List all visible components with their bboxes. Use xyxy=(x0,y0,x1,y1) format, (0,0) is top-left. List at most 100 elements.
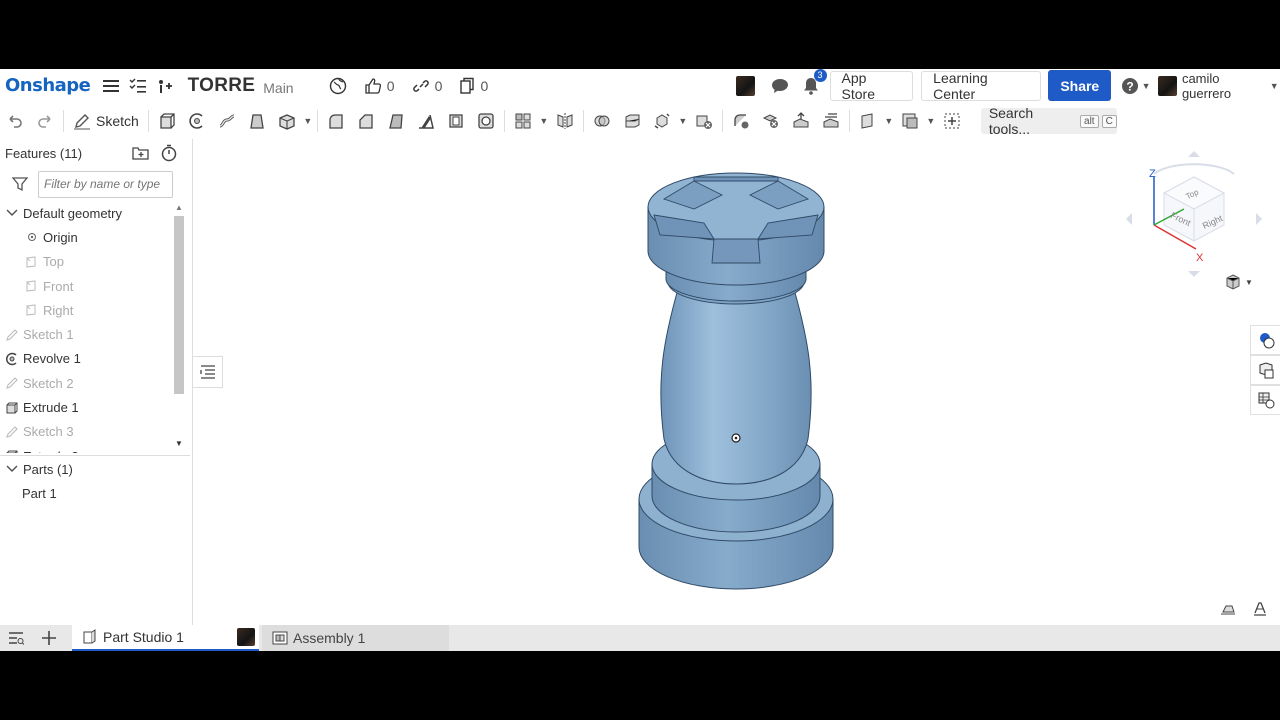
feature-item[interactable]: Revolve 1 xyxy=(0,347,185,371)
document-list-icon[interactable] xyxy=(127,75,148,97)
delete-part-icon[interactable] xyxy=(689,107,719,135)
revolve-icon[interactable] xyxy=(182,107,212,135)
section-view-icon[interactable] xyxy=(1220,602,1236,621)
view-cube[interactable]: Z X Top Front Right xyxy=(1124,149,1264,279)
scroll-down-icon[interactable]: ▼ xyxy=(175,439,183,448)
rib-icon[interactable] xyxy=(411,107,441,135)
sketch-button[interactable]: Sketch xyxy=(67,107,145,135)
scroll-up-icon[interactable]: ▲ xyxy=(175,203,183,212)
pattern-dropdown-icon[interactable]: ▼ xyxy=(538,116,550,126)
loft-icon[interactable] xyxy=(242,107,272,135)
user-name[interactable]: camilo guerrero xyxy=(1182,71,1269,101)
view-options-button[interactable]: ▼ xyxy=(1224,273,1253,291)
redo-icon[interactable] xyxy=(30,107,60,135)
modify-fillet-icon[interactable] xyxy=(726,107,756,135)
measure-icon[interactable] xyxy=(1252,601,1268,622)
view-options-chevron-icon[interactable]: ▼ xyxy=(1245,278,1253,287)
feature-item[interactable]: Sketch 1 xyxy=(0,322,185,346)
add-custom-feature-icon[interactable] xyxy=(937,107,967,135)
chamfer-icon[interactable] xyxy=(351,107,381,135)
graphics-viewport[interactable]: Z X Top Front Right ▼ xyxy=(194,139,1280,625)
feature-tree-scrollbar[interactable]: ▲ ▼ xyxy=(173,201,185,453)
hole-icon[interactable] xyxy=(471,107,501,135)
plane-dropdown-icon[interactable]: ▼ xyxy=(883,116,895,126)
help-dropdown-icon[interactable]: ▼ xyxy=(1140,81,1151,91)
collaborator-avatar[interactable] xyxy=(736,75,756,96)
fillet-icon[interactable] xyxy=(321,107,351,135)
undo-icon[interactable] xyxy=(0,107,30,135)
feature-item[interactable]: Extrude 2 xyxy=(0,444,185,453)
plane-icon[interactable] xyxy=(853,107,883,135)
pattern-icon[interactable] xyxy=(508,107,538,135)
help-icon[interactable]: ? xyxy=(1119,75,1140,97)
thicken-dropdown-icon[interactable]: ▼ xyxy=(302,116,314,126)
sweep-icon[interactable] xyxy=(212,107,242,135)
search-tools-input[interactable]: Search tools... alt C xyxy=(980,105,1117,137)
extrude-icon[interactable] xyxy=(152,107,182,135)
default-geometry-group[interactable]: Default geometry xyxy=(0,201,185,225)
scrollbar-thumb[interactable] xyxy=(174,216,184,394)
comments-icon[interactable] xyxy=(769,75,790,97)
tab-assembly-1[interactable]: Assembly 1 xyxy=(262,625,449,651)
feature-item[interactable]: Sketch 2 xyxy=(0,371,185,395)
feature-item[interactable]: Origin xyxy=(0,225,185,249)
thicken-icon[interactable] xyxy=(272,107,302,135)
chevron-down-icon[interactable] xyxy=(4,461,20,477)
globe-icon[interactable] xyxy=(328,75,349,97)
add-folder-icon[interactable] xyxy=(132,145,150,161)
appearance-panel-button[interactable] xyxy=(1250,325,1280,355)
parts-list: Parts (1) Part 1 xyxy=(0,455,190,505)
toolbar-divider xyxy=(63,110,64,132)
z-axis-label: Z xyxy=(1149,168,1156,180)
feature-item[interactable]: Extrude 1 xyxy=(0,395,185,419)
app-store-button[interactable]: App Store xyxy=(829,70,914,102)
mate-connector-dropdown-icon[interactable]: ▼ xyxy=(925,116,937,126)
link-count: 0 xyxy=(434,77,443,94)
feature-filter-input[interactable] xyxy=(38,170,173,198)
tab-manager-icon[interactable] xyxy=(8,630,25,651)
bom-panel-button[interactable] xyxy=(1250,355,1280,385)
learning-center-button[interactable]: Learning Center xyxy=(921,70,1042,102)
user-avatar[interactable] xyxy=(1157,75,1177,96)
boolean-icon[interactable] xyxy=(587,107,617,135)
add-tab-icon[interactable] xyxy=(41,630,57,651)
move-face-icon[interactable] xyxy=(786,107,816,135)
rook-model[interactable] xyxy=(194,139,1280,625)
transform-icon[interactable] xyxy=(647,107,677,135)
feature-item[interactable]: Top xyxy=(0,250,185,274)
shell-icon[interactable] xyxy=(441,107,471,135)
link-icon[interactable] xyxy=(411,75,432,97)
notifications-icon[interactable]: 3 xyxy=(800,69,827,97)
transform-dropdown-icon[interactable]: ▼ xyxy=(677,116,689,126)
filter-icon[interactable] xyxy=(12,176,28,192)
like-icon[interactable] xyxy=(363,75,384,97)
feature-item[interactable]: Right xyxy=(0,298,185,322)
split-icon[interactable] xyxy=(617,107,647,135)
configurations-panel-button[interactable] xyxy=(1250,385,1280,415)
draft-icon[interactable] xyxy=(381,107,411,135)
feature-item[interactable]: Sketch 3 xyxy=(0,420,185,444)
tab-collaborator-avatar[interactable] xyxy=(237,628,255,646)
part-studio-icon xyxy=(83,629,96,644)
insert-icon[interactable] xyxy=(155,75,176,97)
delete-face-icon[interactable] xyxy=(756,107,786,135)
parts-group[interactable]: Parts (1) xyxy=(0,457,190,481)
document-title[interactable]: TORRE xyxy=(188,75,256,97)
menu-icon[interactable] xyxy=(100,75,121,97)
branch-name[interactable]: Main xyxy=(263,80,293,96)
mirror-icon[interactable] xyxy=(550,107,580,135)
user-menu-chevron-icon[interactable]: ▼ xyxy=(1268,81,1279,91)
copy-icon[interactable] xyxy=(456,75,477,97)
feature-item[interactable]: Front xyxy=(0,274,185,298)
chevron-down-icon[interactable] xyxy=(4,205,20,221)
extrude-icon xyxy=(4,448,20,453)
toolbar-divider xyxy=(721,110,723,132)
rollback-timer-icon[interactable] xyxy=(160,144,178,162)
replace-face-icon[interactable] xyxy=(816,107,846,135)
onshape-logo[interactable]: Onshape xyxy=(5,75,91,96)
part-item[interactable]: Part 1 xyxy=(0,481,190,505)
share-button[interactable]: Share xyxy=(1048,70,1112,101)
tab-part-studio-1[interactable]: Part Studio 1 xyxy=(72,625,259,651)
svg-text:?: ? xyxy=(1126,79,1133,93)
mate-connector-icon[interactable] xyxy=(895,107,925,135)
